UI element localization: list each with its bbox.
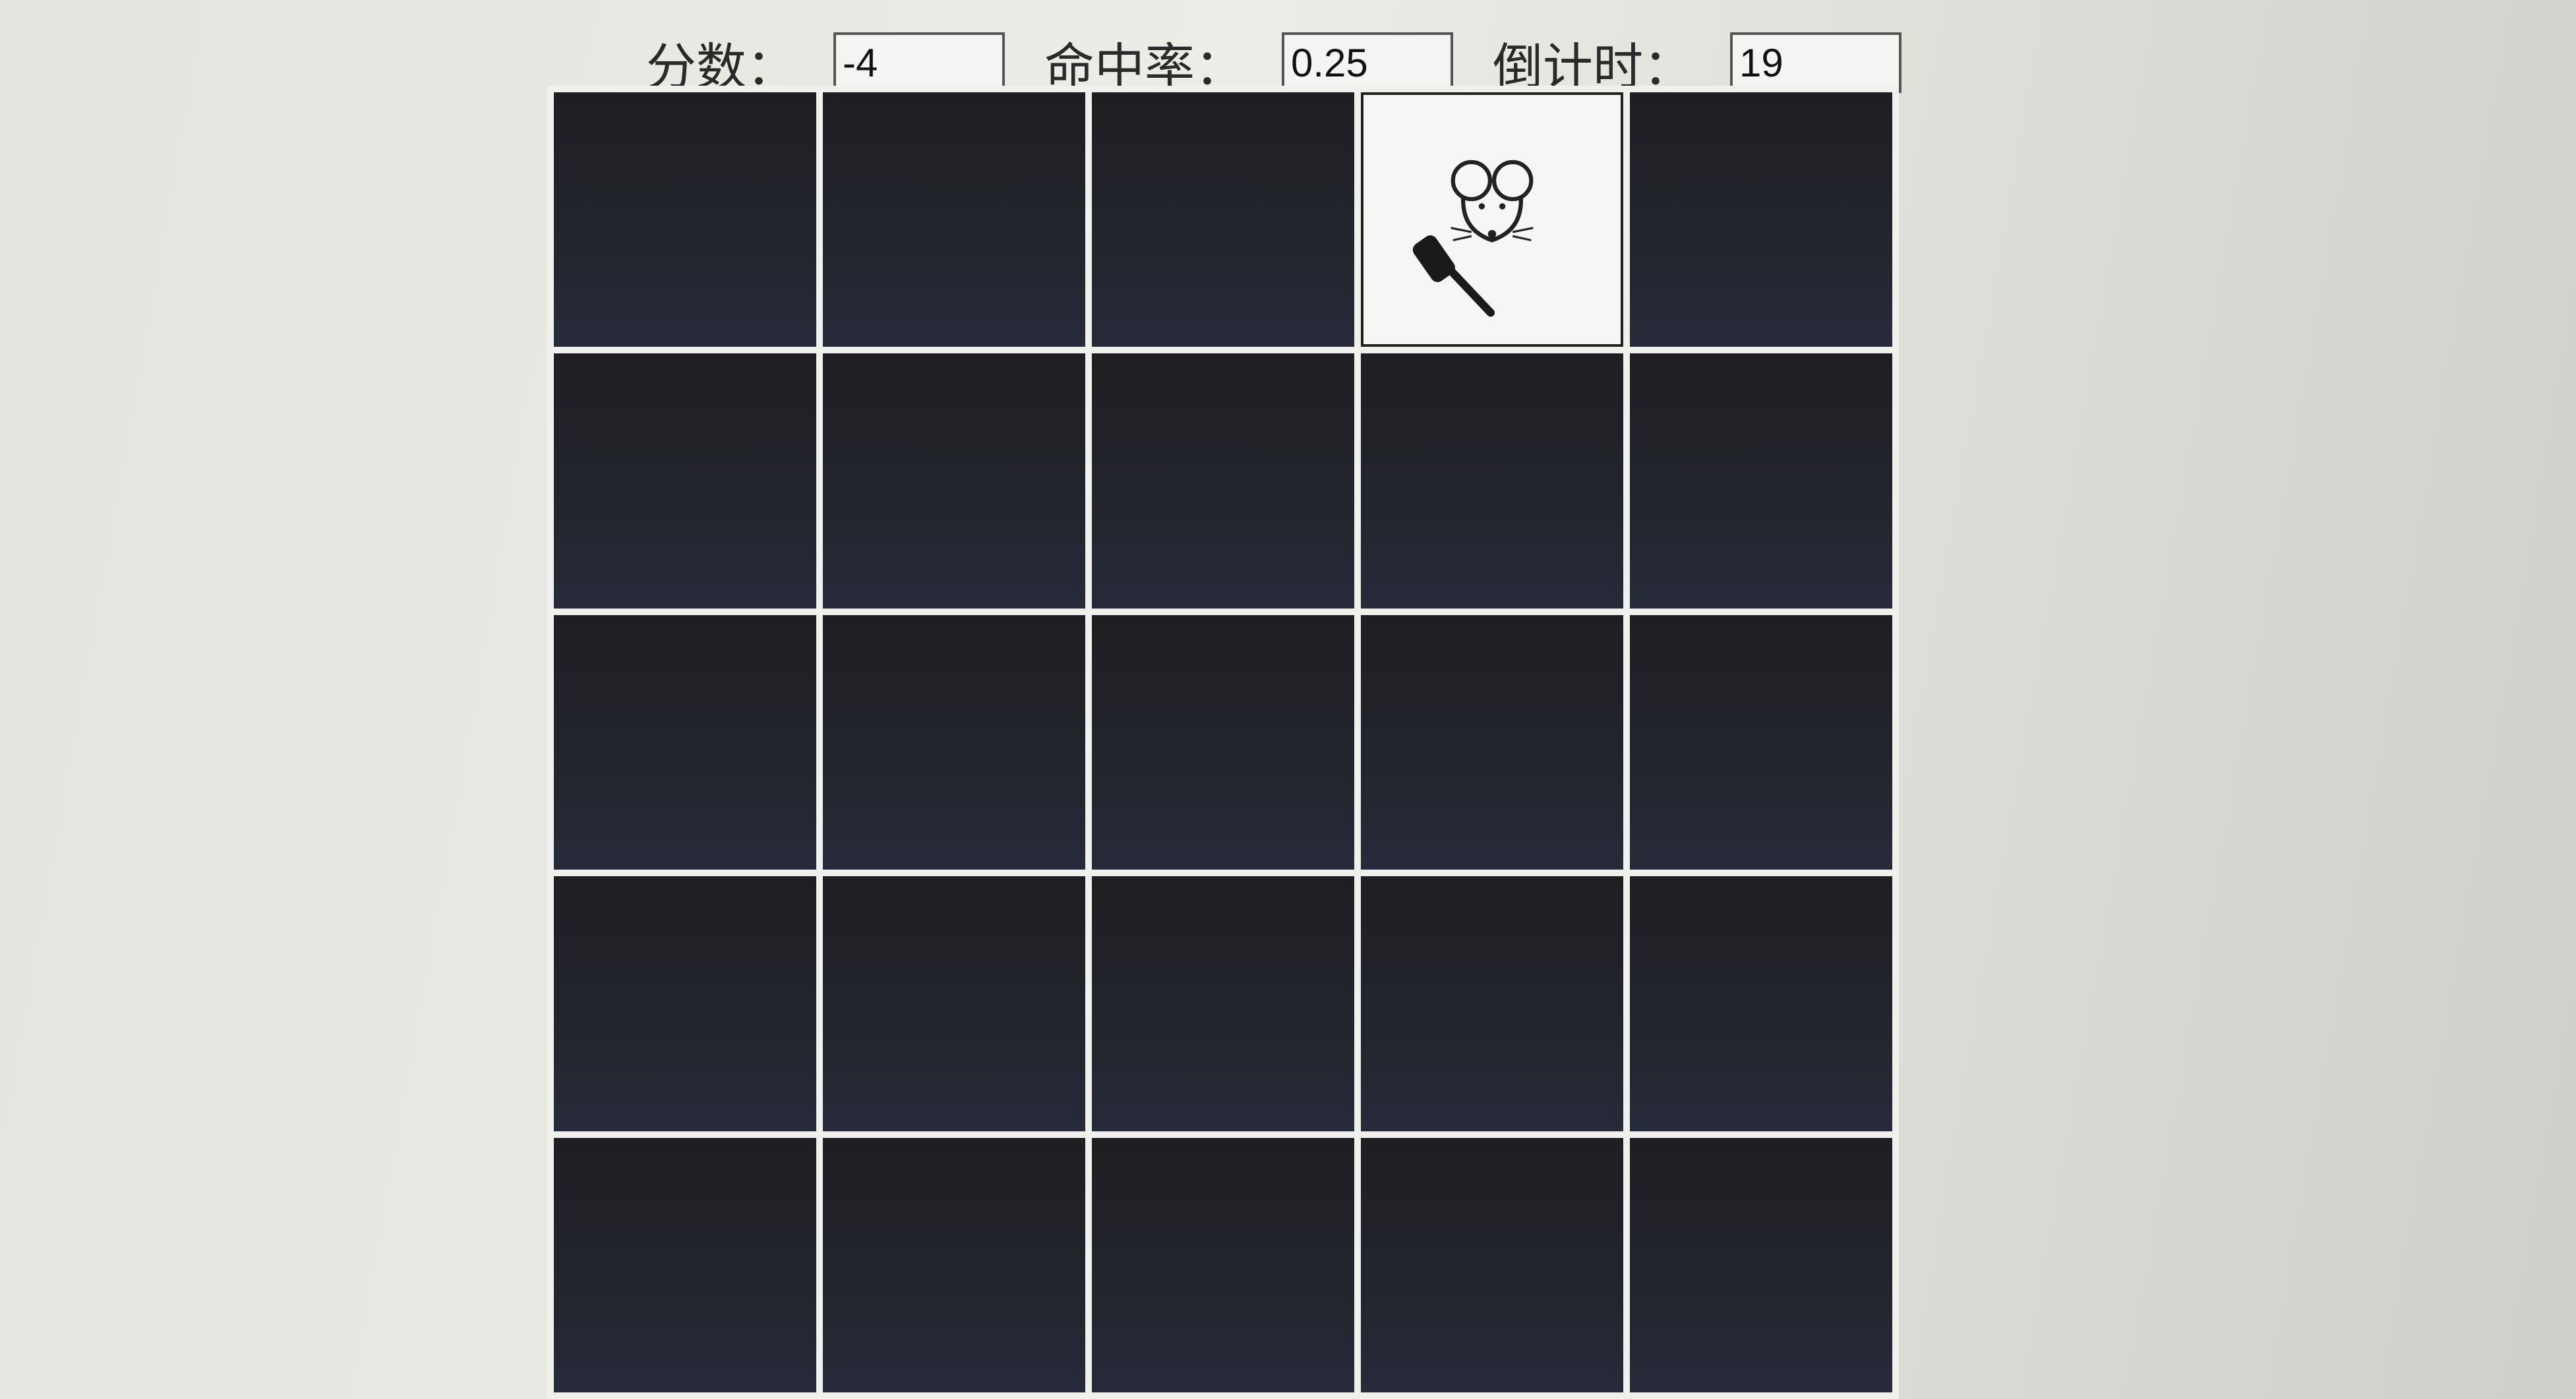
board-cell-r5-c1[interactable]: [554, 1137, 816, 1392]
board-cell-r3-c4[interactable]: [1361, 614, 1623, 870]
board-cell-r3-c2[interactable]: [823, 614, 1085, 870]
board-cell-r2-c4[interactable]: [1361, 353, 1623, 609]
board-cell-r2-c1[interactable]: [554, 353, 816, 609]
game-window: 分数： 命中率： 倒计时：: [0, 0, 2576, 1399]
board-cell-r4-c3[interactable]: [1092, 876, 1354, 1131]
board-cell-r5-c4[interactable]: [1361, 1137, 1623, 1392]
board-cell-r5-c2[interactable]: [823, 1137, 1085, 1392]
score-field[interactable]: [833, 32, 1005, 93]
board-cell-r1-c3[interactable]: [1092, 92, 1354, 347]
hit-rate-field[interactable]: [1282, 32, 1453, 93]
board-cell-r1-c1[interactable]: [554, 92, 816, 347]
board-cell-r3-c1[interactable]: [554, 614, 816, 870]
board-cell-r2-c3[interactable]: [1092, 353, 1354, 609]
board-cell-r3-c3[interactable]: [1092, 614, 1354, 870]
board-cell-r1-c2[interactable]: [823, 92, 1085, 347]
board-cell-r4-c4[interactable]: [1361, 876, 1623, 1131]
board-cell-r5-c5[interactable]: [1630, 1137, 1892, 1392]
countdown-field[interactable]: [1730, 32, 1902, 93]
board-cell-r1-c5[interactable]: [1630, 92, 1892, 347]
hammer-icon: [1412, 235, 1495, 317]
board-cell-r5-c3[interactable]: [1092, 1137, 1354, 1392]
board-cell-r4-c2[interactable]: [823, 876, 1085, 1131]
mole-board: [547, 86, 1899, 1399]
board-cell-r3-c5[interactable]: [1630, 614, 1892, 870]
board-cell-r4-c1[interactable]: [554, 876, 816, 1131]
board-cell-r1-c4[interactable]: [1361, 92, 1623, 347]
board-cell-r2-c2[interactable]: [823, 353, 1085, 609]
board-cell-r4-c5[interactable]: [1630, 876, 1892, 1131]
board-cell-r2-c5[interactable]: [1630, 353, 1892, 609]
